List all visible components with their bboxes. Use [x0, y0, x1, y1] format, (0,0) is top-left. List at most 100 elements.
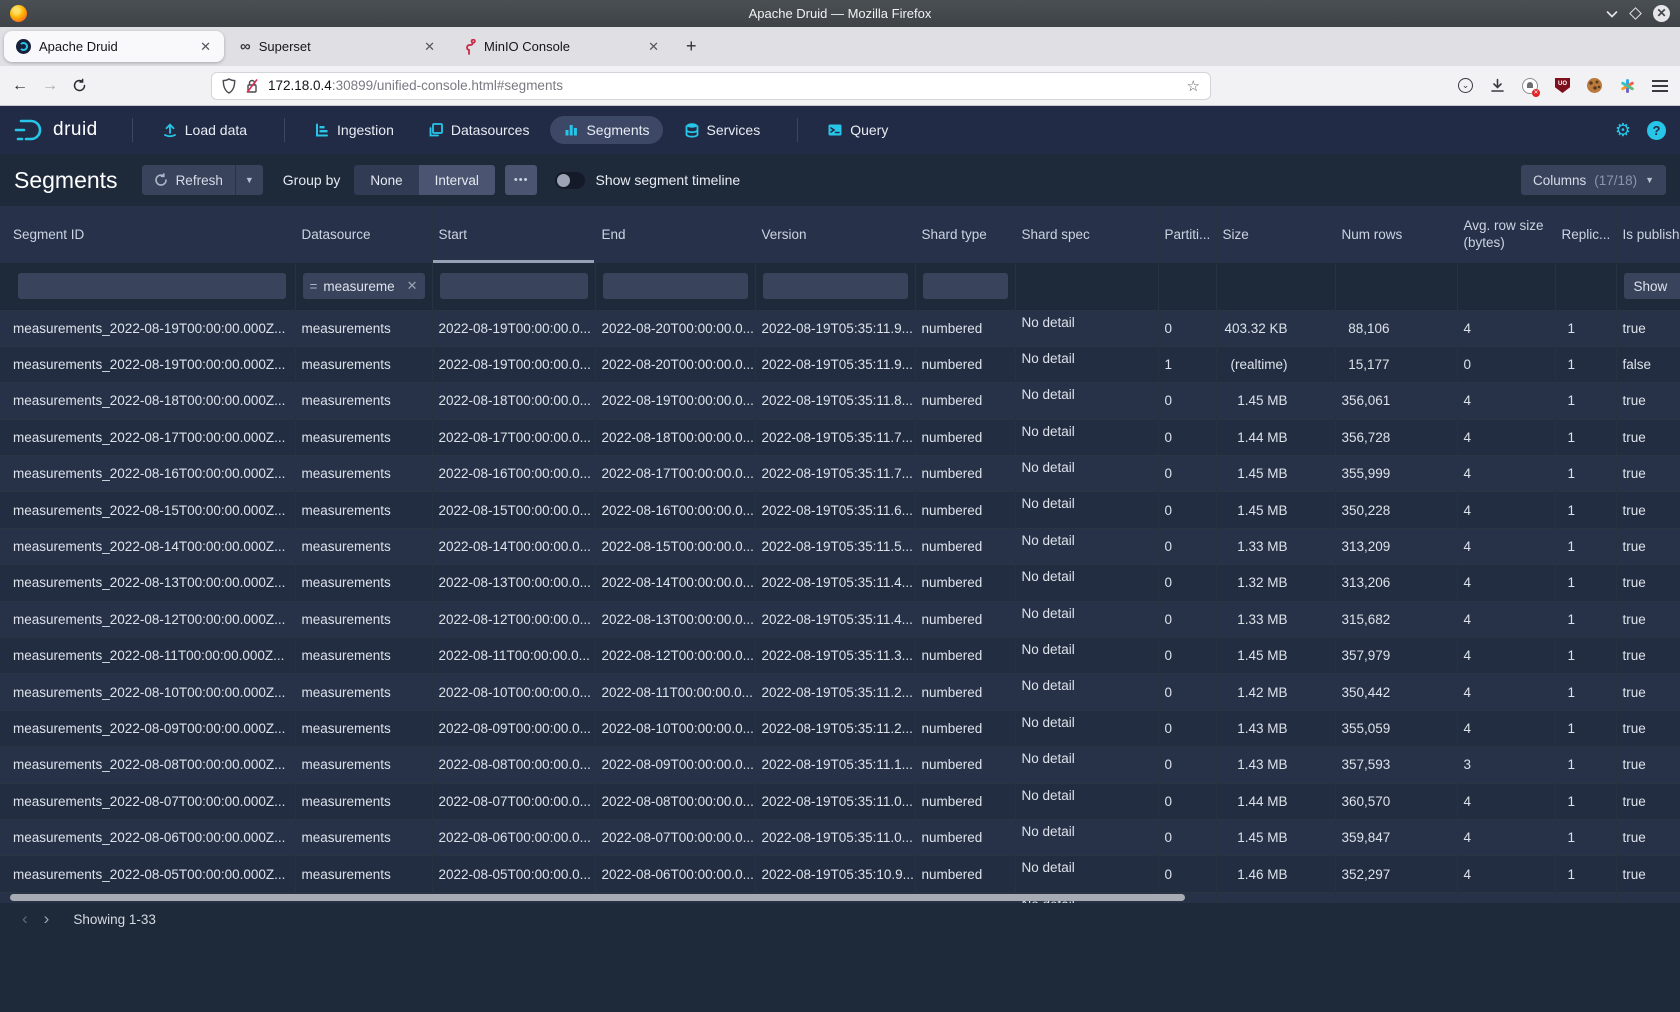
table-row[interactable]: measurements_2022-08-09T00:00:00.000Z...… [0, 710, 1680, 746]
insecure-lock-icon[interactable] [245, 78, 259, 94]
table-row[interactable]: measurements_2022-08-10T00:00:00.000Z...… [0, 674, 1680, 710]
cell-end: 2022-08-10T00:00:00.0... [595, 710, 755, 746]
clear-filter-icon[interactable]: ✕ [407, 278, 418, 294]
cell-shard-spec: No detail [1015, 346, 1158, 382]
scrollbar-thumb[interactable] [10, 894, 1185, 901]
tab-superset[interactable]: ∞ Superset ✕ [228, 31, 448, 62]
cell-replicas: 1 [1555, 310, 1616, 346]
profile-extension-icon[interactable] [1522, 78, 1538, 94]
cookie-extension-icon[interactable] [1587, 78, 1602, 93]
refresh-button[interactable]: Refresh [142, 165, 235, 195]
end-filter-input[interactable] [603, 273, 748, 299]
cell-end: 2022-08-08T00:00:00.0... [595, 783, 755, 819]
menu-icon[interactable] [1652, 80, 1668, 92]
druid-logo[interactable]: druid [14, 117, 98, 143]
segment-timeline-toggle[interactable] [555, 172, 585, 189]
back-button[interactable]: ← [12, 77, 28, 95]
tab-minio-console[interactable]: MinIO Console ✕ [452, 31, 672, 62]
nav-item-datasources[interactable]: Datasources [415, 116, 543, 144]
shard-type-filter-input[interactable] [923, 273, 1008, 299]
table-row[interactable]: measurements_2022-08-15T00:00:00.000Z...… [0, 492, 1680, 528]
table-row[interactable]: measurements_2022-08-08T00:00:00.000Z...… [0, 747, 1680, 783]
group-by-interval-button[interactable]: Interval [419, 165, 495, 195]
cell-is-published: true [1616, 856, 1680, 892]
table-row[interactable]: measurements_2022-08-19T00:00:00.000Z...… [0, 310, 1680, 346]
forward-button[interactable]: → [42, 77, 58, 95]
pinwheel-extension-icon[interactable] [1619, 78, 1635, 94]
nav-item-ingestion[interactable]: Ingestion [301, 116, 407, 144]
column-header-replicas[interactable]: Replic... [1555, 206, 1616, 263]
nav-item-load-data[interactable]: Load data [149, 116, 260, 144]
ublock-origin-icon[interactable]: UO [1555, 78, 1570, 93]
cell-shard-type: numbered [915, 783, 1015, 819]
help-icon[interactable]: ? [1647, 121, 1666, 140]
chevron-right-icon[interactable]: › [36, 909, 58, 929]
downloads-icon[interactable] [1490, 78, 1505, 93]
window-close-icon[interactable]: ✕ [1653, 5, 1670, 22]
nav-item-segments[interactable]: Segments [550, 116, 662, 144]
table-row[interactable]: measurements_2022-08-14T00:00:00.000Z...… [0, 528, 1680, 564]
columns-button[interactable]: Columns (17/18) ▼ [1521, 165, 1666, 195]
column-header-version[interactable]: Version [755, 206, 915, 263]
nav-item-services[interactable]: Services [671, 116, 774, 144]
window-title: Apache Druid — Mozilla Firefox [0, 6, 1680, 21]
column-header-is-published[interactable]: Is published [1616, 206, 1680, 263]
segment-id-filter-input[interactable] [18, 273, 286, 299]
url-bar[interactable]: 172.18.0.4:30899/unified-console.html#se… [211, 72, 1211, 100]
table-row[interactable]: measurements_2022-08-06T00:00:00.000Z...… [0, 819, 1680, 855]
cell-avg-row-size: 4 [1457, 383, 1555, 419]
version-filter-input[interactable] [763, 273, 908, 299]
column-header-num-rows[interactable]: Num rows [1335, 206, 1457, 263]
more-options-button[interactable]: ••• [505, 165, 538, 195]
tab-close-icon[interactable]: ✕ [197, 39, 214, 55]
window-minimize-icon[interactable] [1606, 10, 1618, 18]
datasource-filter-tag[interactable]: = measureme ✕ [303, 273, 425, 299]
column-header-start[interactable]: Start [432, 206, 595, 263]
table-row[interactable]: measurements_2022-08-11T00:00:00.000Z...… [0, 638, 1680, 674]
cell-segment-id: measurements_2022-08-17T00:00:00.000Z... [0, 419, 295, 455]
table-row[interactable]: measurements_2022-08-17T00:00:00.000Z...… [0, 419, 1680, 455]
table-row[interactable]: measurements_2022-08-19T00:00:00.000Z...… [0, 346, 1680, 382]
table-row[interactable]: measurements_2022-08-12T00:00:00.000Z...… [0, 601, 1680, 637]
chevron-left-icon[interactable]: ‹ [14, 909, 36, 929]
column-header-size[interactable]: Size [1216, 206, 1335, 263]
table-row[interactable]: measurements_2022-08-18T00:00:00.000Z...… [0, 383, 1680, 419]
pocket-icon[interactable]: ⌄ [1458, 78, 1473, 93]
column-header-datasource[interactable]: Datasource [295, 206, 432, 263]
cell-num-rows: 360,570 [1335, 783, 1457, 819]
table-row[interactable]: measurements_2022-08-16T00:00:00.000Z...… [0, 456, 1680, 492]
refresh-dropdown-button[interactable]: ▼ [235, 165, 263, 195]
tab-close-icon[interactable]: ✕ [421, 39, 438, 55]
cell-is-published: true [1616, 747, 1680, 783]
table-row[interactable]: measurements_2022-08-05T00:00:00.000Z...… [0, 856, 1680, 892]
horizontal-scrollbar[interactable] [0, 893, 1680, 902]
column-header-shard-spec[interactable]: Shard spec [1015, 206, 1158, 263]
column-header-partition[interactable]: Partiti... [1158, 206, 1216, 263]
bookmark-star-icon[interactable]: ☆ [1187, 77, 1200, 95]
url-text[interactable]: 172.18.0.4:30899/unified-console.html#se… [268, 78, 1178, 93]
cell-replicas: 1 [1555, 383, 1616, 419]
table-row[interactable]: measurements_2022-08-07T00:00:00.000Z...… [0, 783, 1680, 819]
tab-apache-druid[interactable]: Apache Druid ✕ [4, 31, 224, 62]
column-header-segment-id[interactable]: Segment ID [0, 206, 295, 263]
new-tab-button[interactable]: + [676, 36, 707, 57]
datasource-filter-value: measureme [323, 279, 394, 294]
settings-gear-icon[interactable]: ⚙ [1615, 120, 1631, 141]
column-header-avg-row-size[interactable]: Avg. row size (bytes) [1457, 206, 1555, 263]
cell-datasource: measurements [295, 310, 432, 346]
reload-icon[interactable] [72, 78, 87, 93]
column-header-shard-type[interactable]: Shard type [915, 206, 1015, 263]
table-row[interactable]: measurements_2022-08-13T00:00:00.000Z...… [0, 565, 1680, 601]
start-filter-input[interactable] [440, 273, 588, 299]
group-by-none-button[interactable]: None [354, 165, 418, 195]
nav-item-query[interactable]: Query [814, 116, 901, 144]
column-header-end[interactable]: End [595, 206, 755, 263]
cell-version: 2022-08-19T05:35:11.3... [755, 638, 915, 674]
cell-num-rows: 359,847 [1335, 819, 1457, 855]
tab-close-icon[interactable]: ✕ [645, 39, 662, 55]
cell-datasource: measurements [295, 674, 432, 710]
layers-icon [428, 122, 444, 138]
tracking-shield-icon[interactable] [222, 78, 236, 94]
window-maximize-icon[interactable] [1629, 7, 1642, 20]
is-published-filter-button[interactable]: Show [1624, 273, 1680, 299]
